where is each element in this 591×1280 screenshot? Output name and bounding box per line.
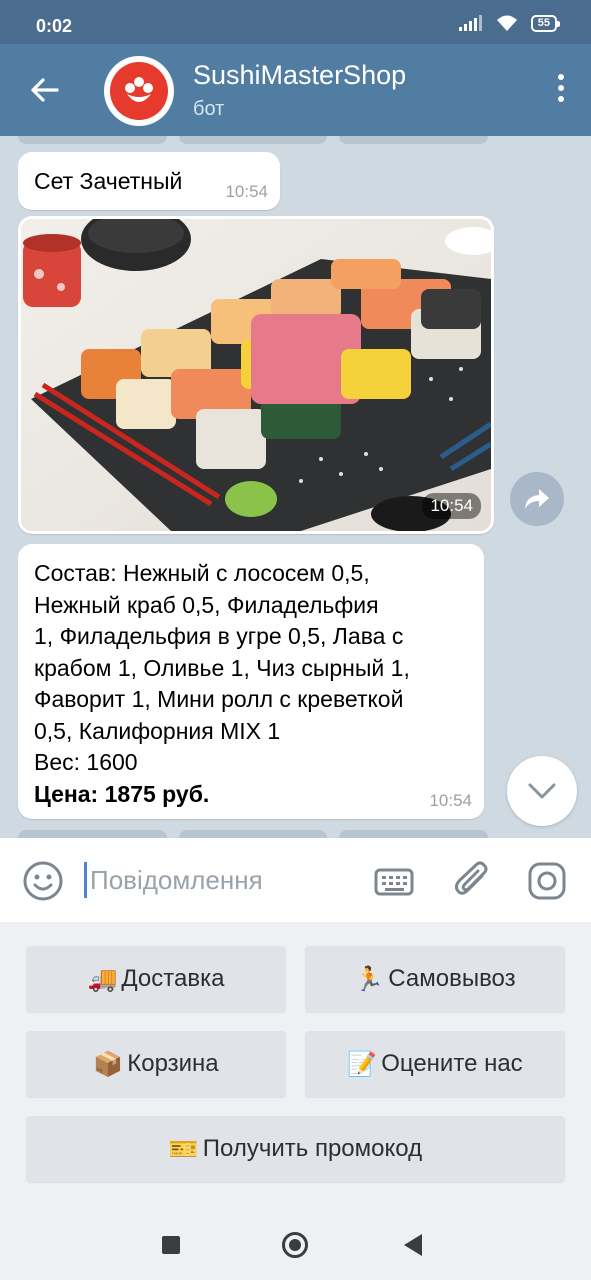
previous-keyboard-ghost (18, 136, 489, 144)
wifi-icon (496, 15, 517, 31)
button-label: Доставка (121, 965, 225, 992)
status-time: 0:02 (36, 16, 73, 36)
pickup-button[interactable]: 🏃 Самовывоз (305, 946, 565, 1012)
package-icon: 📦 (93, 1050, 124, 1078)
more-vertical-icon[interactable] (553, 74, 569, 108)
cart-button[interactable]: 📦 Корзина (26, 1031, 286, 1097)
chevron-down-icon (528, 783, 556, 799)
status-bar: 0:02 55 (0, 0, 591, 44)
button-label: Самовывоз (388, 965, 516, 992)
button-label: Оцените нас (381, 1050, 523, 1077)
button-label: Получить промокод (202, 1135, 423, 1162)
chat-header: SushiMasterShop бот (0, 44, 591, 136)
sushi-logo-icon (110, 62, 168, 120)
message-description: Состав: Нежный с лососем 0,5, Нежный кра… (34, 558, 474, 810)
memo-icon: 📝 (347, 1050, 378, 1078)
text-cursor (84, 862, 87, 898)
sushi-photo[interactable]: 10:54 (21, 219, 491, 531)
bot-avatar[interactable] (104, 56, 174, 126)
message-input-bar (0, 838, 591, 922)
message-input[interactable] (90, 860, 350, 900)
bot-keyboard-toggle[interactable] (372, 862, 416, 902)
description-line: крабом 1, Оливье 1, Чиз сырный 1, (34, 654, 410, 681)
bot-reply-keyboard: 🚚 Доставка 🏃 Самовывоз 📦 Корзина 📝 Оцени… (0, 922, 591, 1210)
android-nav-bar (0, 1210, 591, 1280)
back-button[interactable] (18, 66, 70, 114)
description-line: Фаворит 1, Мини ролл с креветкой (34, 686, 404, 712)
share-arrow-icon (525, 489, 549, 509)
description-line: Состав: Нежный с лососем 0,5, (34, 560, 370, 586)
keyboard-icon (374, 868, 414, 896)
scroll-down-button[interactable] (507, 756, 577, 826)
description-line: 1, Филадельфия в угре 0,5, Лава с (34, 623, 404, 649)
message-bubble-title[interactable]: Сет Зачетный 10:54 (18, 152, 280, 210)
back-triangle-icon[interactable] (404, 1234, 422, 1256)
price-line: Цена: 1875 руб. (34, 780, 210, 807)
chat-subtitle: бот (193, 98, 225, 120)
instagram-camera-icon (528, 862, 566, 900)
camera-button[interactable] (526, 860, 568, 902)
photo-time: 10:54 (422, 493, 481, 519)
battery-icon: 55 (530, 14, 561, 32)
get-promocode-button[interactable]: 🎫 Получить промокод (26, 1116, 565, 1182)
home-icon[interactable] (282, 1232, 308, 1258)
smiley-icon (23, 861, 63, 901)
signal-icon (458, 15, 482, 31)
weight-line: Вес: 1600 (34, 749, 138, 775)
forward-button[interactable] (510, 472, 564, 526)
emoji-button[interactable] (22, 860, 64, 902)
attach-button[interactable] (452, 860, 492, 902)
rate-us-button[interactable]: 📝 Оцените нас (305, 1031, 565, 1097)
recent-apps-icon[interactable] (162, 1236, 180, 1254)
arrow-left-icon (31, 78, 59, 102)
chat-area[interactable]: Сет Зачетный 10:54 10:54 Состав: Нежный … (0, 136, 591, 838)
chat-title[interactable]: SushiMasterShop (193, 60, 406, 91)
description-line: 0,5, Калифорния MIX 1 (34, 717, 281, 744)
ticket-icon: 🎫 (168, 1135, 199, 1163)
runner-icon: 🏃 (354, 965, 385, 993)
status-icons: 55 (458, 14, 561, 32)
keyboard-ghost (18, 830, 489, 838)
button-label: Корзина (127, 1050, 219, 1077)
delivery-button[interactable]: 🚚 Доставка (26, 946, 286, 1012)
description-line: Нежный краб 0,5, Филадельфия (34, 591, 379, 618)
message-time: 10:54 (429, 791, 472, 810)
message-bubble-description[interactable]: Состав: Нежный с лососем 0,5, Нежный кра… (18, 544, 484, 819)
message-bubble-photo[interactable]: 10:54 (18, 216, 494, 534)
truck-icon: 🚚 (87, 965, 118, 993)
message-time: 10:54 (225, 182, 268, 201)
paperclip-icon (454, 861, 488, 895)
message-text: Сет Зачетный (34, 168, 183, 194)
